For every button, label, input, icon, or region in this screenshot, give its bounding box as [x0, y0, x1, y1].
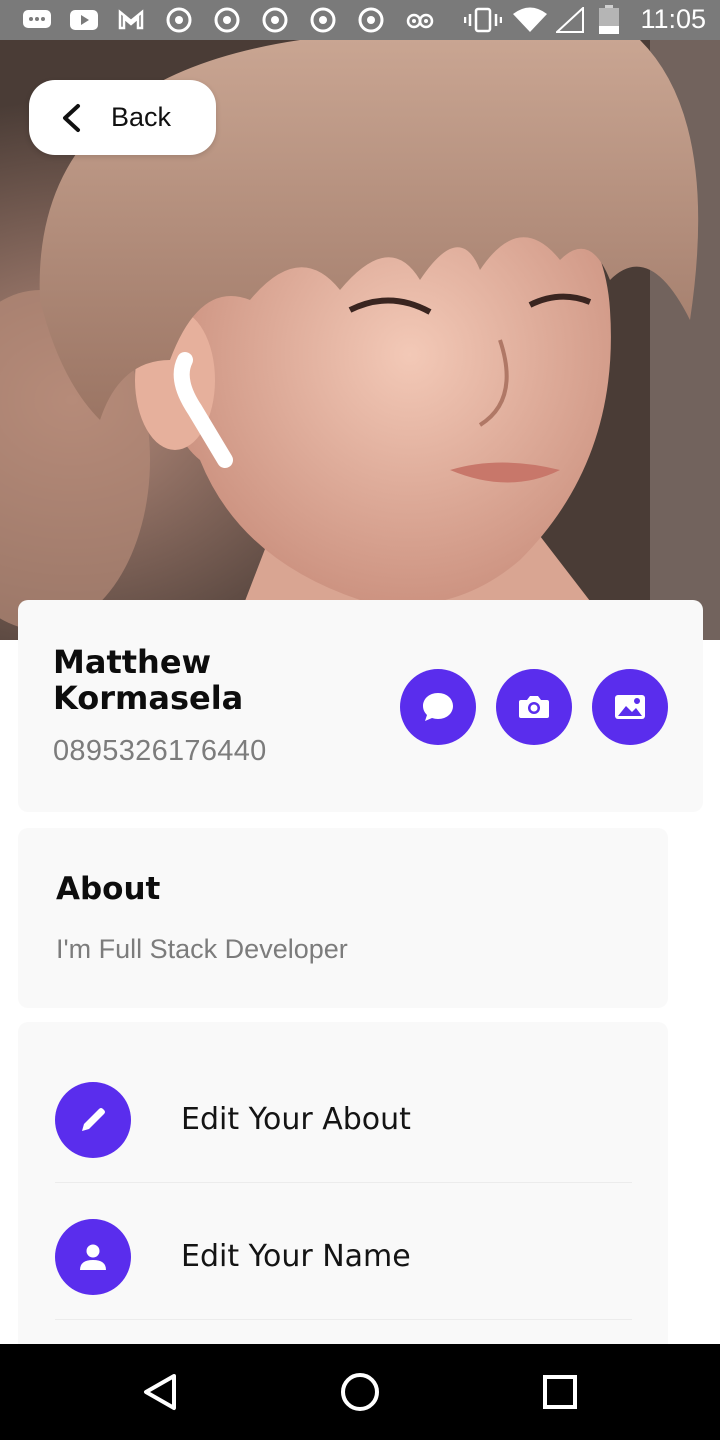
- chevron-left-icon: [61, 103, 81, 133]
- edit-about-label: Edit Your About: [181, 1102, 411, 1137]
- profile-name: Matthew Kormasela: [53, 643, 244, 717]
- tripadvisor-icon: [406, 7, 434, 33]
- chrome-icon: [214, 7, 240, 33]
- battery-icon: [598, 5, 620, 34]
- edit-name-label: Edit Your Name: [181, 1239, 411, 1274]
- chat-icon: [421, 690, 455, 724]
- edit-name-row[interactable]: Edit Your Name: [55, 1183, 632, 1320]
- chrome-icon: [262, 7, 288, 33]
- chrome-icon: [166, 7, 192, 33]
- edit-name-button[interactable]: [55, 1219, 131, 1295]
- profile-phone: 0895326176440: [53, 735, 267, 767]
- chrome-icon: [310, 7, 336, 33]
- gallery-button[interactable]: [592, 669, 668, 745]
- navigation-bar: [0, 1344, 720, 1440]
- circle-home-icon: [340, 1372, 380, 1412]
- nav-home-button[interactable]: [336, 1368, 384, 1416]
- back-button[interactable]: Back: [29, 80, 216, 155]
- about-card: About I'm Full Stack Developer: [18, 828, 668, 1008]
- pencil-icon: [77, 1104, 109, 1136]
- youtube-icon: [69, 7, 99, 33]
- actions-card: Edit Your About Edit Your Name: [18, 1022, 668, 1352]
- chat-button[interactable]: [400, 669, 476, 745]
- edit-about-button[interactable]: [55, 1082, 131, 1158]
- person-icon: [77, 1241, 109, 1273]
- status-bar: 11:05: [0, 0, 720, 40]
- nav-back-button[interactable]: [136, 1368, 184, 1416]
- gallery-icon: [613, 692, 647, 722]
- signal-icon: [556, 7, 584, 33]
- status-time: 11:05: [640, 4, 706, 34]
- wifi-icon: [512, 7, 548, 33]
- edit-about-row[interactable]: Edit Your About: [55, 1046, 632, 1183]
- about-text: I'm Full Stack Developer: [56, 934, 348, 964]
- back-label: Back: [111, 102, 172, 132]
- messages-icon: [22, 7, 52, 33]
- nav-recents-button[interactable]: [536, 1368, 584, 1416]
- chrome-icon: [358, 7, 384, 33]
- profile-card: Matthew Kormasela 0895326176440: [18, 600, 703, 812]
- square-recents-icon: [540, 1372, 580, 1412]
- about-title: About: [56, 871, 161, 907]
- vibrate-icon: [464, 7, 502, 33]
- gmail-icon: [117, 7, 145, 33]
- camera-button[interactable]: [496, 669, 572, 745]
- triangle-back-icon: [140, 1372, 180, 1412]
- camera-icon: [517, 692, 551, 722]
